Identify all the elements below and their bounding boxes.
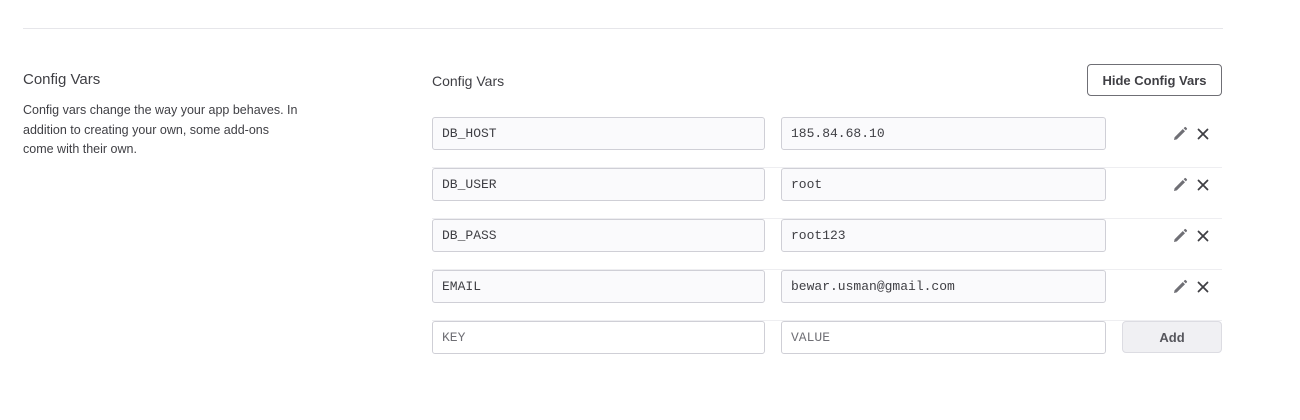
section-description: Config vars change the way your app beha…: [23, 103, 298, 156]
config-vars-label: Config Vars: [432, 73, 505, 89]
settings-page: Config Vars Config vars change the way y…: [0, 0, 1300, 420]
pencil-icon[interactable]: [1171, 125, 1189, 143]
pencil-icon[interactable]: [1171, 227, 1189, 245]
config-var-row: DB_USER root: [432, 168, 1222, 219]
hide-config-vars-button[interactable]: Hide Config Vars: [1087, 64, 1222, 96]
config-var-value[interactable]: 185.84.68.10: [781, 117, 1106, 150]
config-var-row: DB_HOST 185.84.68.10: [432, 117, 1222, 168]
config-var-value[interactable]: root: [781, 168, 1106, 201]
config-var-key[interactable]: DB_USER: [432, 168, 765, 201]
add-config-var-button[interactable]: Add: [1122, 321, 1222, 353]
config-vars-list: DB_HOST 185.84.68.10 DB_USER root DB_PAS…: [432, 117, 1222, 372]
pencil-icon[interactable]: [1171, 278, 1189, 296]
section-divider: [23, 28, 1223, 29]
new-value-input[interactable]: [781, 321, 1106, 354]
config-var-key[interactable]: EMAIL: [432, 270, 765, 303]
new-key-input[interactable]: [432, 321, 765, 354]
close-icon[interactable]: [1194, 125, 1212, 143]
new-config-var-row: Add: [432, 321, 1222, 372]
pencil-icon[interactable]: [1171, 176, 1189, 194]
config-var-key[interactable]: DB_HOST: [432, 117, 765, 150]
config-var-key[interactable]: DB_PASS: [432, 219, 765, 252]
close-icon[interactable]: [1194, 227, 1212, 245]
config-var-row: DB_PASS root123: [432, 219, 1222, 270]
section-title: Config Vars: [23, 71, 101, 88]
config-var-row: EMAIL bewar.usman@gmail.com: [432, 270, 1222, 321]
close-icon[interactable]: [1194, 176, 1212, 194]
config-var-value[interactable]: root123: [781, 219, 1106, 252]
config-var-value[interactable]: bewar.usman@gmail.com: [781, 270, 1106, 303]
close-icon[interactable]: [1194, 278, 1212, 296]
config-vars-info: Config Vars Config vars change the way y…: [23, 70, 323, 160]
